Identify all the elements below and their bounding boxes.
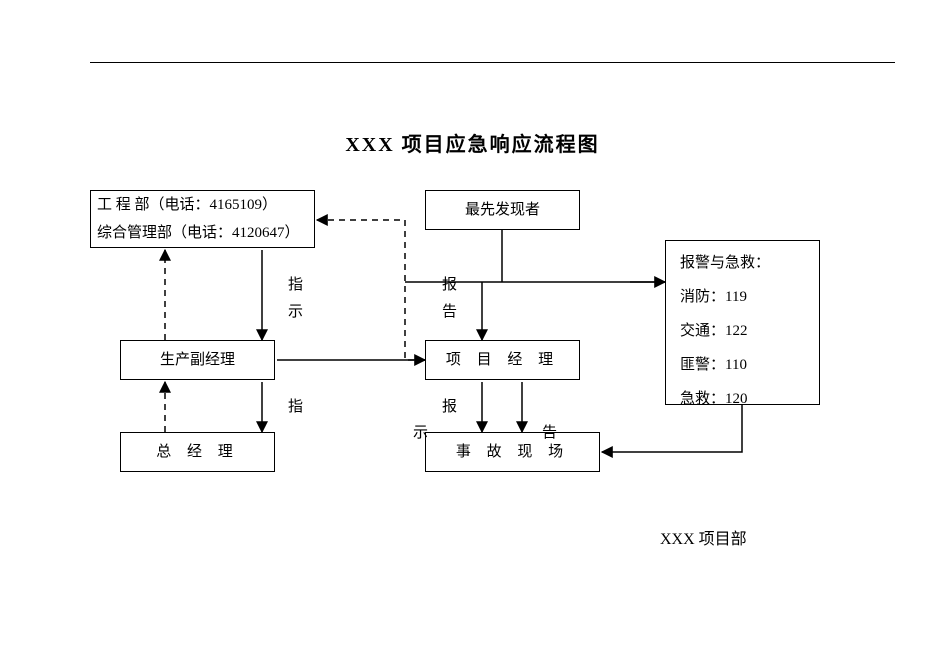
edges-svg [0,0,945,669]
footer-signature: XXX 项目部 [660,525,747,549]
diagram-canvas: 工 程 部（电话：4165109） 综合管理部（电话：4120647） 最先发现… [0,0,945,669]
